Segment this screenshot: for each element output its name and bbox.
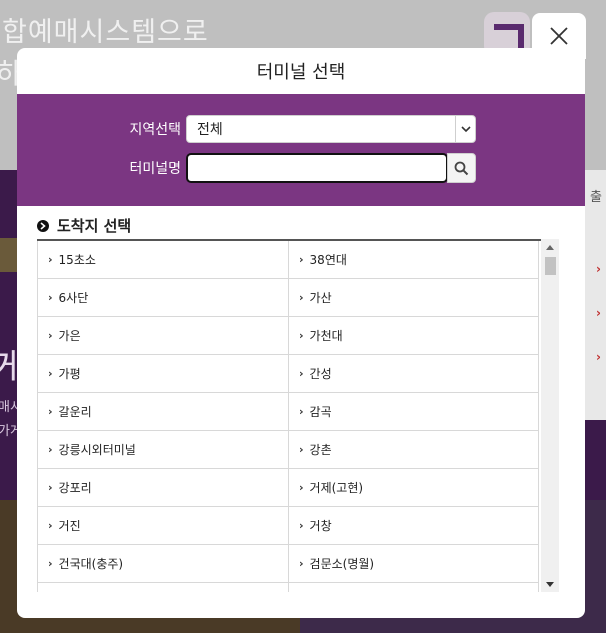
background-chevron-icon: › bbox=[596, 262, 601, 276]
scroll-up-icon[interactable] bbox=[541, 239, 559, 255]
terminal-item[interactable]: › 가천대 bbox=[288, 317, 539, 355]
chevron-right-icon: › bbox=[48, 253, 53, 266]
chevron-down-icon bbox=[455, 116, 475, 142]
terminal-item-label: 15초소 bbox=[58, 253, 96, 267]
section-title: 도착지 선택 bbox=[57, 217, 132, 235]
chevron-right-icon: › bbox=[299, 329, 304, 342]
chevron-right-icon: › bbox=[48, 291, 53, 304]
terminal-list: › 15초소 › 38연대 › 6사단 › 가산 › 가은 › 가천대 › 가평 › 간성 › 갈운리 › 감곡 › 강릉… bbox=[37, 239, 559, 592]
terminal-item[interactable]: › 가평 bbox=[37, 355, 288, 393]
terminal-item-label: 강릉시외터미널 bbox=[58, 443, 136, 457]
terminal-item-label: 거창 bbox=[309, 519, 332, 533]
terminal-item[interactable]: › 38연대 bbox=[288, 241, 539, 279]
terminal-item-label: 감곡 bbox=[309, 405, 332, 419]
terminal-item[interactable]: › 가산 bbox=[288, 279, 539, 317]
terminal-item[interactable]: › 거창 bbox=[288, 507, 539, 545]
chevron-right-icon: › bbox=[48, 519, 53, 532]
close-icon bbox=[550, 27, 568, 45]
chevron-right-icon: › bbox=[299, 443, 304, 456]
terminal-item-label: 간성 bbox=[309, 367, 332, 381]
chevron-right-icon: › bbox=[299, 367, 304, 380]
chevron-right-icon: › bbox=[299, 405, 304, 418]
terminal-item[interactable]: › 가은 bbox=[37, 317, 288, 355]
background-heading: 합예매시스템으로 bbox=[2, 17, 209, 48]
scroll-thumb[interactable] bbox=[545, 257, 556, 275]
chevron-right-icon: › bbox=[48, 481, 53, 494]
chevron-right-icon: › bbox=[48, 443, 53, 456]
terminal-item-label: 강포리 bbox=[58, 481, 92, 495]
terminal-item[interactable]: › 강촌 bbox=[288, 431, 539, 469]
terminal-grid: › 15초소 › 38연대 › 6사단 › 가산 › 가은 › 가천대 › 가평 › 간성 › 갈운리 › 감곡 › 강릉… bbox=[37, 241, 539, 592]
terminal-item-label: 가산 bbox=[309, 291, 332, 305]
chevron-right-icon: › bbox=[299, 519, 304, 532]
terminal-item[interactable]: › 감곡 bbox=[288, 393, 539, 431]
scroll-down-icon[interactable] bbox=[541, 576, 559, 592]
arrow-circle-icon bbox=[37, 219, 49, 232]
terminal-item[interactable] bbox=[288, 583, 539, 592]
terminal-item[interactable]: › 간성 bbox=[288, 355, 539, 393]
terminal-item-label: 38연대 bbox=[309, 253, 347, 267]
terminal-item[interactable]: › 15초소 bbox=[37, 241, 288, 279]
terminal-item-label: 가천대 bbox=[309, 329, 343, 343]
background-right-text: 출 bbox=[590, 190, 602, 205]
terminal-item[interactable]: › 강릉시외터미널 bbox=[37, 431, 288, 469]
terminal-item-label: 거제(고현) bbox=[309, 481, 364, 495]
region-select-value: 전체 bbox=[197, 122, 223, 138]
chevron-right-icon: › bbox=[48, 405, 53, 418]
search-icon bbox=[454, 161, 469, 175]
list-scrollbar[interactable] bbox=[541, 239, 559, 592]
background-right-panel bbox=[584, 170, 606, 420]
terminal-item[interactable]: › 강포리 bbox=[37, 469, 288, 507]
background-chevron-icon: › bbox=[596, 350, 601, 364]
terminal-name-label: 터미널명 bbox=[129, 161, 181, 177]
terminal-item-label: 강촌 bbox=[309, 443, 332, 457]
terminal-item-label: 검문소(명월) bbox=[309, 557, 375, 571]
terminal-item[interactable]: › 6사단 bbox=[37, 279, 288, 317]
chevron-right-icon: › bbox=[48, 557, 53, 570]
terminal-item[interactable]: › 건국대(충주) bbox=[37, 545, 288, 583]
modal-title: 터미널 선택 bbox=[256, 62, 346, 83]
region-label: 지역선택 bbox=[129, 122, 181, 138]
terminal-item[interactable] bbox=[37, 583, 288, 592]
background-chevron-icon: › bbox=[596, 306, 601, 320]
chevron-right-icon: › bbox=[299, 291, 304, 304]
chevron-right-icon: › bbox=[48, 367, 53, 380]
terminal-item-label: 6사단 bbox=[58, 291, 89, 305]
terminal-item-label: 가평 bbox=[58, 367, 81, 381]
terminal-name-input[interactable] bbox=[186, 153, 448, 183]
terminal-item[interactable]: › 검문소(명월) bbox=[288, 545, 539, 583]
terminal-item[interactable]: › 거제(고현) bbox=[288, 469, 539, 507]
terminal-item-label: 갈운리 bbox=[58, 405, 92, 419]
chevron-right-icon: › bbox=[299, 253, 304, 266]
terminal-select-modal: 터미널 선택 지역선택 전체 터미널명 도착지 선택 › 15초소 › 38연대… bbox=[17, 48, 585, 618]
terminal-item[interactable]: › 갈운리 bbox=[37, 393, 288, 431]
search-button[interactable] bbox=[447, 153, 476, 183]
terminal-item-label: 가은 bbox=[58, 329, 81, 343]
chevron-right-icon: › bbox=[48, 329, 53, 342]
search-panel: 지역선택 전체 터미널명 bbox=[17, 94, 585, 206]
section-heading: 도착지 선택 bbox=[37, 215, 131, 236]
terminal-item-label: 거진 bbox=[58, 519, 81, 533]
terminal-item-label: 건국대(충주) bbox=[58, 557, 124, 571]
region-select[interactable]: 전체 bbox=[186, 115, 476, 143]
terminal-item[interactable]: › 거진 bbox=[37, 507, 288, 545]
chevron-right-icon: › bbox=[299, 557, 304, 570]
chevron-right-icon: › bbox=[299, 481, 304, 494]
